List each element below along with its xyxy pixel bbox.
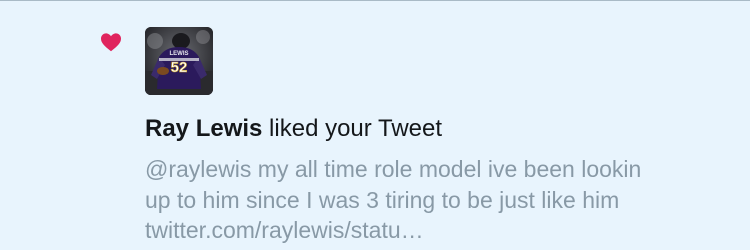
notification-headline: Ray Lewis liked your Tweet <box>145 114 442 144</box>
tweet-preview[interactable]: @raylewis my all time role model ive bee… <box>145 154 735 246</box>
user-name[interactable]: Ray Lewis <box>145 115 262 142</box>
heart-icon <box>101 33 121 52</box>
jersey-name: LEWIS <box>170 51 189 57</box>
tweet-link[interactable]: twitter.com/raylewis/statu… <box>145 215 735 246</box>
tweet-line: up to him since I was 3 tiring to be jus… <box>145 186 620 213</box>
tweet-line: @raylewis my all time role model ive bee… <box>145 156 642 182</box>
action-text: liked your Tweet <box>262 115 443 142</box>
like-notification[interactable]: LEWIS 52 Ray Lewis liked your Tweet @ray… <box>0 0 750 250</box>
avatar-photo: LEWIS 52 <box>145 27 213 95</box>
avatar[interactable]: LEWIS 52 <box>145 27 213 95</box>
jersey-number: 52 <box>171 59 188 76</box>
